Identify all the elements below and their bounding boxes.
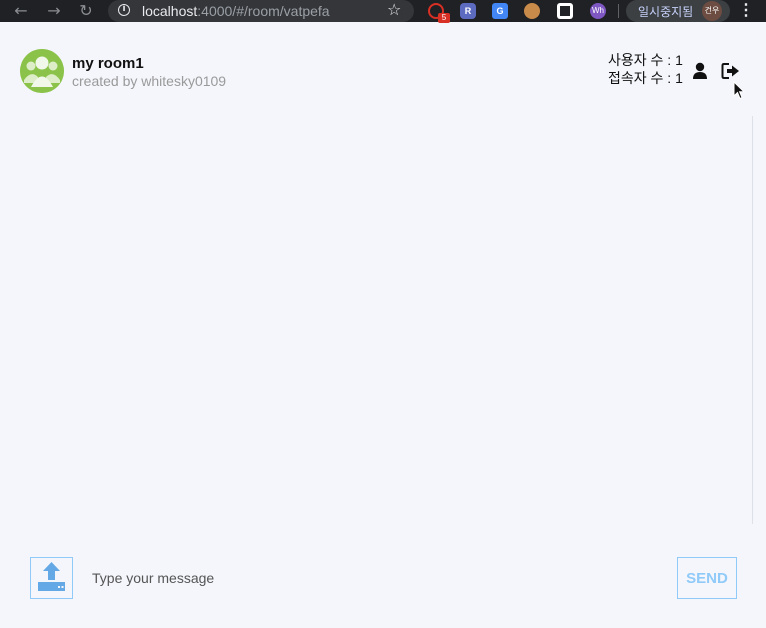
upload-button[interactable] <box>30 557 73 599</box>
extension-badge: 5 <box>438 13 450 23</box>
profile-button[interactable]: 일시중지됨 건우 <box>626 0 730 22</box>
reload-icon[interactable]: ↻ <box>76 1 96 21</box>
url-text[interactable]: localhost:4000/#/room/vatpefa <box>142 3 330 19</box>
user-icon[interactable] <box>692 62 708 80</box>
exit-icon[interactable] <box>721 62 741 80</box>
room-creator: created by whitesky0109 <box>72 73 227 89</box>
extension-wh-icon[interactable]: Wh <box>590 3 606 19</box>
extension-square-icon[interactable] <box>557 3 573 19</box>
toolbar-divider <box>618 4 619 18</box>
send-button[interactable]: SEND <box>677 557 737 599</box>
profile-status-label: 일시중지됨 <box>638 5 694 19</box>
message-list[interactable] <box>20 116 751 526</box>
url-path: :4000/#/room/vatpefa <box>197 3 330 19</box>
room-title: my room1 <box>72 55 144 72</box>
group-icon <box>20 49 64 93</box>
upload-icon <box>38 562 65 591</box>
extension-blocker-icon[interactable]: 5 <box>428 3 450 23</box>
connected-count: 접속자 수 : 1 <box>608 70 683 86</box>
mouse-cursor-icon <box>733 81 745 100</box>
extension-r-icon[interactable]: R <box>460 3 476 19</box>
google-translate-icon[interactable]: G <box>492 3 508 19</box>
user-count: 사용자 수 : 1 <box>608 52 683 68</box>
browser-menu-icon[interactable]: ⋮ <box>738 0 754 22</box>
url-host: localhost <box>142 3 198 19</box>
site-info-icon[interactable]: i <box>118 4 130 16</box>
cookie-icon[interactable] <box>524 3 540 19</box>
forward-arrow-icon[interactable]: → <box>44 1 64 21</box>
room-stats: 사용자 수 : 1 접속자 수 : 1 <box>608 51 683 87</box>
address-bar[interactable]: i localhost:4000/#/room/vatpefa ☆ <box>108 0 414 22</box>
browser-toolbar: ← → ↻ i localhost:4000/#/room/vatpefa ☆ … <box>0 0 766 23</box>
message-input[interactable] <box>84 560 680 596</box>
scrollbar-track[interactable] <box>752 116 753 524</box>
profile-avatar: 건우 <box>702 1 722 21</box>
bookmark-star-icon[interactable]: ☆ <box>387 0 401 19</box>
back-arrow-icon[interactable]: ← <box>11 1 31 21</box>
room-avatar <box>20 49 64 93</box>
